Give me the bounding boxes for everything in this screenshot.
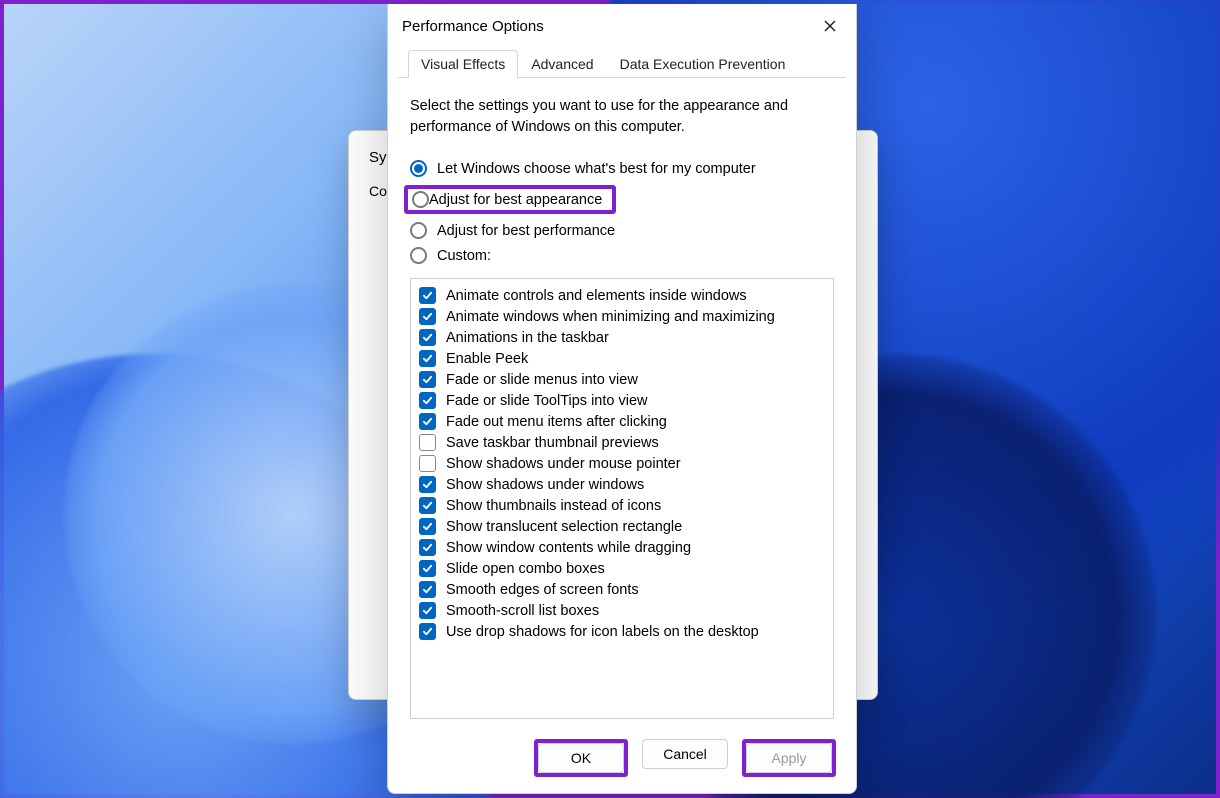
checkbox-box[interactable] — [419, 455, 436, 472]
screenshot-frame: Syst ✕ Co Performance Options Visual Eff… — [0, 0, 1220, 798]
checkbox-show-window-contents-while-dragging[interactable]: Show window contents while dragging — [417, 537, 827, 558]
checkbox-smooth-edges-of-screen-fonts[interactable]: Smooth edges of screen fonts — [417, 579, 827, 600]
checkbox-show-shadows-under-windows[interactable]: Show shadows under windows — [417, 474, 827, 495]
performance-options-dialog: Performance Options Visual EffectsAdvanc… — [387, 4, 857, 794]
checkbox-label: Smooth-scroll list boxes — [446, 603, 599, 619]
radio-adjust-for-best-appearance[interactable]: Adjust for best appearance — [410, 185, 834, 214]
radio-dot[interactable] — [410, 222, 427, 239]
highlight-box: Apply — [742, 739, 836, 777]
checkbox-label: Show shadows under windows — [446, 477, 644, 493]
checkbox-label: Animations in the taskbar — [446, 330, 609, 346]
checkbox-label: Fade or slide ToolTips into view — [446, 393, 648, 409]
dialog-title: Performance Options — [402, 18, 544, 35]
radio-adjust-for-best-performance[interactable]: Adjust for best performance — [410, 222, 834, 239]
ok-button[interactable]: OK — [538, 743, 624, 773]
checkbox-box[interactable] — [419, 308, 436, 325]
checkbox-label: Show translucent selection rectangle — [446, 519, 682, 535]
radio-group: Let Windows choose what's best for my co… — [410, 156, 834, 272]
radio-custom[interactable]: Custom: — [410, 247, 834, 264]
checkbox-box[interactable] — [419, 392, 436, 409]
checkbox-fade-or-slide-tooltips-into-view[interactable]: Fade or slide ToolTips into view — [417, 390, 827, 411]
checkbox-box[interactable] — [419, 560, 436, 577]
checkbox-show-shadows-under-mouse-pointer[interactable]: Show shadows under mouse pointer — [417, 453, 827, 474]
radio-label: Adjust for best appearance — [429, 192, 602, 208]
apply-button: Apply — [746, 743, 832, 773]
checkbox-label: Fade out menu items after clicking — [446, 414, 667, 430]
checkbox-label: Fade or slide menus into view — [446, 372, 638, 388]
checkbox-box[interactable] — [419, 623, 436, 640]
radio-dot[interactable] — [412, 191, 429, 208]
checkbox-label: Animate controls and elements inside win… — [446, 288, 747, 304]
radio-let-windows-choose-what-s-best-for-my-computer[interactable]: Let Windows choose what's best for my co… — [410, 160, 834, 177]
checkbox-animate-controls-and-elements-inside-windows[interactable]: Animate controls and elements inside win… — [417, 285, 827, 306]
checkbox-box[interactable] — [419, 329, 436, 346]
checkbox-enable-peek[interactable]: Enable Peek — [417, 348, 827, 369]
checkbox-show-translucent-selection-rectangle[interactable]: Show translucent selection rectangle — [417, 516, 827, 537]
highlight-box: OK — [534, 739, 628, 777]
checkbox-label: Animate windows when minimizing and maxi… — [446, 309, 775, 325]
checkbox-box[interactable] — [419, 518, 436, 535]
checkbox-show-thumbnails-instead-of-icons[interactable]: Show thumbnails instead of icons — [417, 495, 827, 516]
checkbox-box[interactable] — [419, 539, 436, 556]
close-icon[interactable] — [818, 14, 842, 38]
radio-dot[interactable] — [410, 247, 427, 264]
checkbox-box[interactable] — [419, 350, 436, 367]
checkbox-label: Enable Peek — [446, 351, 528, 367]
checkbox-fade-out-menu-items-after-clicking[interactable]: Fade out menu items after clicking — [417, 411, 827, 432]
checkbox-box[interactable] — [419, 476, 436, 493]
checkbox-box[interactable] — [419, 413, 436, 430]
tab-advanced[interactable]: Advanced — [518, 50, 606, 78]
checkbox-save-taskbar-thumbnail-previews[interactable]: Save taskbar thumbnail previews — [417, 432, 827, 453]
highlight-box: Adjust for best appearance — [404, 185, 616, 214]
checkbox-label: Show thumbnails instead of icons — [446, 498, 661, 514]
tabstrip: Visual EffectsAdvancedData Execution Pre… — [398, 48, 846, 78]
checkbox-box[interactable] — [419, 371, 436, 388]
checkbox-label: Slide open combo boxes — [446, 561, 605, 577]
checkbox-label: Show window contents while dragging — [446, 540, 691, 556]
checkbox-label: Save taskbar thumbnail previews — [446, 435, 659, 451]
checkbox-use-drop-shadows-for-icon-labels-on-the-desktop[interactable]: Use drop shadows for icon labels on the … — [417, 621, 827, 642]
radio-label: Custom: — [437, 248, 491, 264]
description-text: Select the settings you want to use for … — [410, 96, 834, 138]
checkbox-label: Smooth edges of screen fonts — [446, 582, 639, 598]
checkbox-smooth-scroll-list-boxes[interactable]: Smooth-scroll list boxes — [417, 600, 827, 621]
radio-dot[interactable] — [410, 160, 427, 177]
tab-data-execution-prevention[interactable]: Data Execution Prevention — [607, 50, 799, 78]
checkbox-animate-windows-when-minimizing-and-maximizing[interactable]: Animate windows when minimizing and maxi… — [417, 306, 827, 327]
checkbox-box[interactable] — [419, 434, 436, 451]
checkbox-label: Show shadows under mouse pointer — [446, 456, 681, 472]
checkbox-box[interactable] — [419, 497, 436, 514]
checkbox-box[interactable] — [419, 602, 436, 619]
checkbox-box[interactable] — [419, 287, 436, 304]
button-row: OK Cancel Apply — [388, 725, 856, 793]
tab-visual-effects[interactable]: Visual Effects — [408, 50, 518, 78]
checkbox-animations-in-the-taskbar[interactable]: Animations in the taskbar — [417, 327, 827, 348]
radio-label: Let Windows choose what's best for my co… — [437, 161, 756, 177]
checkbox-fade-or-slide-menus-into-view[interactable]: Fade or slide menus into view — [417, 369, 827, 390]
checkbox-label: Use drop shadows for icon labels on the … — [446, 624, 759, 640]
visual-effects-list[interactable]: Animate controls and elements inside win… — [410, 278, 834, 719]
checkbox-slide-open-combo-boxes[interactable]: Slide open combo boxes — [417, 558, 827, 579]
cancel-button[interactable]: Cancel — [642, 739, 728, 769]
radio-label: Adjust for best performance — [437, 223, 615, 239]
checkbox-box[interactable] — [419, 581, 436, 598]
